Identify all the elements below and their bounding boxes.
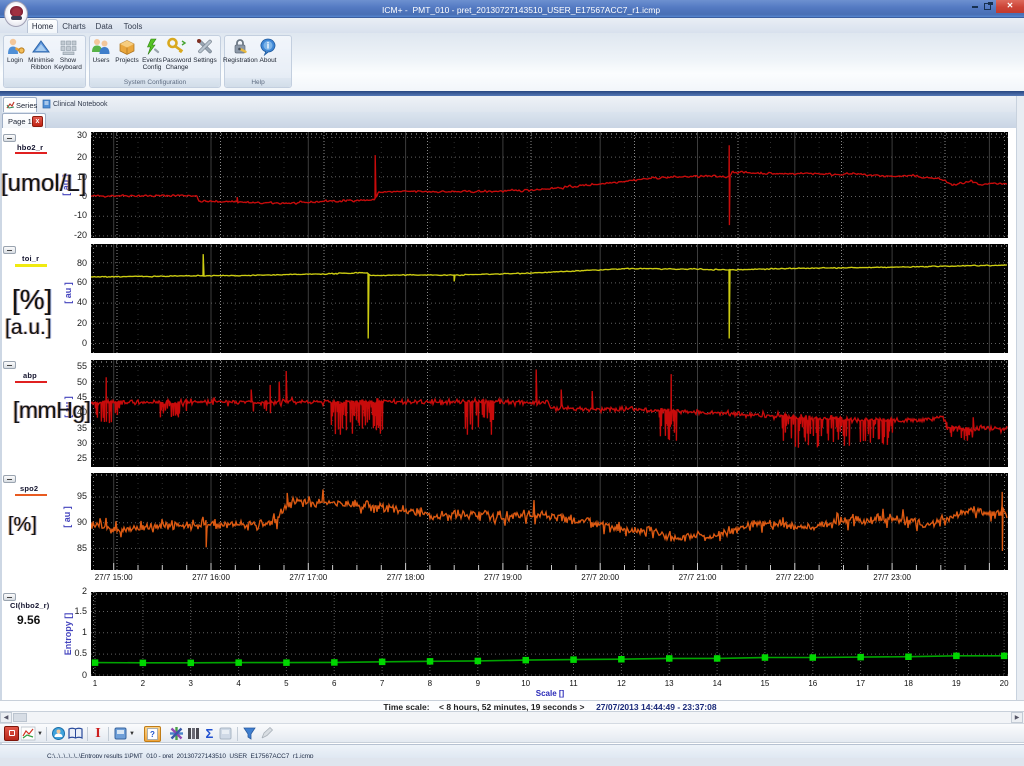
svg-text:i: i <box>267 41 270 51</box>
svg-text:?: ? <box>150 730 155 739</box>
